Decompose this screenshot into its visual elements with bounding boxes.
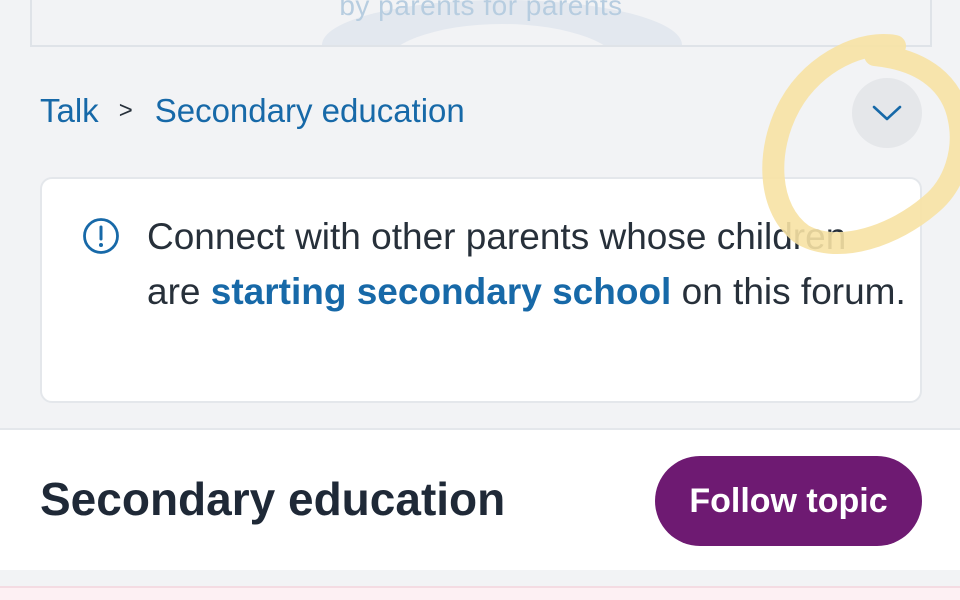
page-title: Secondary education: [40, 473, 506, 525]
follow-topic-button[interactable]: Follow topic: [655, 456, 922, 546]
starting-secondary-school-link[interactable]: starting secondary school: [211, 271, 672, 312]
page: by parents for parents Talk > Secondary …: [0, 0, 960, 600]
info-circle-icon: [83, 218, 119, 254]
info-text-after: on this forum.: [671, 271, 906, 312]
topic-header: Secondary education Follow topic: [0, 428, 960, 570]
info-message: Connect with other parents whose childre…: [147, 209, 907, 319]
breadcrumb: Talk > Secondary education: [40, 88, 465, 134]
info-card: Connect with other parents whose childre…: [40, 177, 922, 403]
breadcrumb-talk-link[interactable]: Talk: [40, 92, 99, 130]
section-divider: [0, 570, 960, 586]
site-banner: by parents for parents: [30, 0, 932, 47]
expand-breadcrumb-button[interactable]: [852, 78, 922, 148]
next-section-strip: [0, 586, 960, 600]
chevron-down-icon: [872, 105, 902, 121]
breadcrumb-secondary-education-link[interactable]: Secondary education: [155, 92, 465, 130]
breadcrumb-separator: >: [118, 97, 133, 124]
banner-tagline: by parents for parents: [339, 0, 623, 21]
